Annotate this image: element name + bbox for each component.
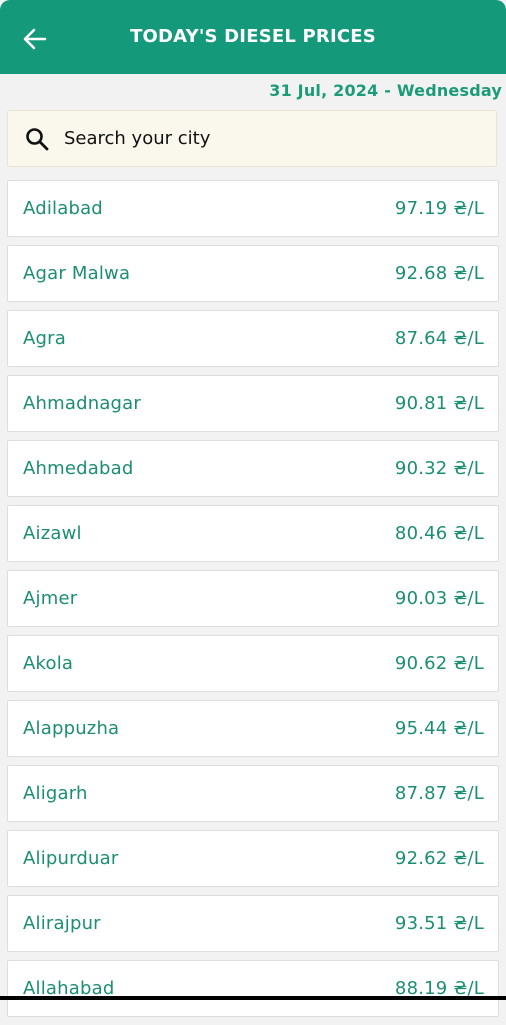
- diesel-price: 90.62 ₴/L: [394, 653, 484, 674]
- diesel-price: 92.62 ₴/L: [394, 848, 484, 869]
- diesel-price: 80.46 ₴/L: [394, 523, 484, 544]
- search-input[interactable]: [64, 128, 444, 149]
- city-row[interactable]: Akola 90.62 ₴/L: [7, 635, 499, 692]
- city-row[interactable]: Allahabad 88.19 ₴/L: [7, 960, 499, 1017]
- city-name: Agar Malwa: [23, 263, 131, 284]
- city-row[interactable]: Aizawl 80.46 ₴/L: [7, 505, 499, 562]
- city-name: Alipurduar: [23, 848, 119, 869]
- bottom-edge: [0, 996, 506, 1000]
- city-row[interactable]: Ajmer 90.03 ₴/L: [7, 570, 499, 627]
- search-icon: [24, 126, 50, 152]
- diesel-price: 87.87 ₴/L: [394, 783, 484, 804]
- diesel-price: 90.32 ₴/L: [394, 458, 484, 479]
- city-row[interactable]: Agar Malwa 92.68 ₴/L: [7, 245, 499, 302]
- city-name: Akola: [23, 653, 74, 674]
- diesel-price: 90.81 ₴/L: [394, 393, 484, 414]
- date-label: 31 Jul, 2024 - Wednesday: [269, 81, 502, 100]
- city-row[interactable]: Ahmedabad 90.32 ₴/L: [7, 440, 499, 497]
- city-row[interactable]: Agra 87.64 ₴/L: [7, 310, 499, 367]
- city-row[interactable]: Adilabad 97.19 ₴/L: [7, 180, 499, 237]
- search-bar[interactable]: [7, 110, 497, 167]
- city-name: Aligarh: [23, 783, 88, 804]
- app-header: TODAY'S DIESEL PRICES: [0, 0, 506, 74]
- city-name: Ahmadnagar: [23, 393, 142, 414]
- city-row[interactable]: Aligarh 87.87 ₴/L: [7, 765, 499, 822]
- city-price-list: Adilabad 97.19 ₴/L Agar Malwa 92.68 ₴/L Agra…: [7, 180, 499, 1025]
- city-row[interactable]: Alirajpur 93.51 ₴/L: [7, 895, 499, 952]
- diesel-price: 90.03 ₴/L: [394, 588, 484, 609]
- page-title: TODAY'S DIESEL PRICES: [130, 26, 376, 47]
- diesel-price: 97.19 ₴/L: [394, 198, 484, 219]
- diesel-price: 92.68 ₴/L: [394, 263, 484, 284]
- diesel-price: 87.64 ₴/L: [394, 328, 484, 349]
- diesel-price: 93.51 ₴/L: [394, 913, 484, 934]
- city-name: Alirajpur: [23, 913, 101, 934]
- city-row[interactable]: Ahmadnagar 90.81 ₴/L: [7, 375, 499, 432]
- city-name: Alappuzha: [23, 718, 120, 739]
- city-name: Adilabad: [23, 198, 103, 219]
- city-name: Ahmedabad: [23, 458, 134, 479]
- city-row[interactable]: Alipurduar 92.62 ₴/L: [7, 830, 499, 887]
- diesel-price: 95.44 ₴/L: [394, 718, 484, 739]
- city-name: Ajmer: [23, 588, 78, 609]
- city-row[interactable]: Alappuzha 95.44 ₴/L: [7, 700, 499, 757]
- city-name: Aizawl: [23, 523, 82, 544]
- city-name: Agra: [23, 328, 66, 349]
